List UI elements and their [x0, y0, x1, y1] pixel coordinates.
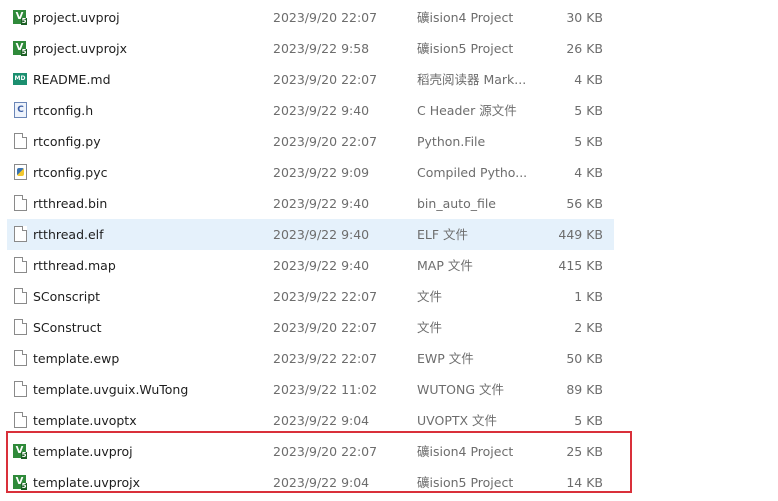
file-row[interactable]: rtthread.map 2023/9/22 9:40 MAP 文件 415 KB: [7, 250, 614, 281]
file-icon: [13, 226, 29, 242]
file-type: 礦ision5 Project: [417, 41, 514, 56]
file-size: 89 KB: [566, 382, 603, 397]
file-name: template.uvguix.WuTong: [33, 382, 189, 397]
file-name: rtconfig.py: [33, 134, 101, 149]
file-date: 2023/9/22 22:07: [273, 351, 378, 366]
file-date: 2023/9/22 9:40: [273, 196, 370, 211]
file-date: 2023/9/22 9:40: [273, 103, 370, 118]
file-name: SConscript: [33, 289, 101, 304]
file-date: 2023/9/22 9:09: [273, 165, 370, 180]
file-type: WUTONG 文件: [417, 382, 504, 397]
file-row[interactable]: Vproject.uvproj 2023/9/20 22:07 礦ision4 Pr…: [7, 2, 614, 33]
file-name: README.md: [33, 72, 111, 87]
file-row[interactable]: MD README.md 2023/9/20 22:07 稻壳阅读器 Mark... 4…: [7, 64, 614, 95]
file-icon: [13, 195, 29, 211]
file-type: C Header 源文件: [417, 103, 517, 118]
file-name: rtconfig.h: [33, 103, 94, 118]
file-icon: [13, 257, 29, 273]
file-date: 2023/9/22 9:58: [273, 41, 370, 56]
file-type: ELF 文件: [417, 227, 469, 242]
file-name: rtconfig.pyc: [33, 165, 108, 180]
file-type: bin_auto_file: [417, 196, 496, 211]
file-name: project.uvprojx: [33, 41, 127, 56]
file-type: EWP 文件: [417, 351, 474, 366]
file-name: SConstruct: [33, 320, 102, 335]
file-row[interactable]: rtthread.bin 2023/9/22 9:40 bin_auto_file 5…: [7, 188, 614, 219]
file-icon: [13, 381, 29, 397]
python-icon: [13, 164, 29, 180]
file-size: 449 KB: [558, 227, 603, 242]
file-row[interactable]: Vproject.uvprojx 2023/9/22 9:58 礦ision5 Pr…: [7, 33, 614, 64]
file-icon: [13, 133, 29, 149]
file-row[interactable]: SConstruct 2023/9/20 22:07 文件 2 KB: [7, 312, 614, 343]
file-name: rtthread.map: [33, 258, 116, 273]
file-row[interactable]: rtthread.elf 2023/9/22 9:40 ELF 文件 449 KB: [7, 219, 614, 250]
file-name: rtthread.elf: [33, 227, 104, 242]
file-size: 56 KB: [566, 196, 603, 211]
markdown-icon: MD: [13, 71, 29, 87]
highlight-box: [6, 431, 632, 493]
file-name: project.uvproj: [33, 10, 120, 25]
file-row[interactable]: SConscript 2023/9/22 22:07 文件 1 KB: [7, 281, 614, 312]
file-icon: [13, 412, 29, 428]
file-type: 文件: [417, 289, 443, 304]
file-row[interactable]: rtconfig.pyc 2023/9/22 9:09 Compiled Pytho…: [7, 157, 614, 188]
file-type: 文件: [417, 320, 443, 335]
file-name: rtthread.bin: [33, 196, 108, 211]
file-size: 415 KB: [558, 258, 603, 273]
file-size: 26 KB: [566, 41, 603, 56]
file-size: 4 KB: [574, 165, 603, 180]
file-type: Python.File: [417, 134, 486, 149]
file-date: 2023/9/22 9:40: [273, 258, 370, 273]
file-size: 5 KB: [574, 103, 603, 118]
file-row[interactable]: template.ewp 2023/9/22 22:07 EWP 文件 50 KB: [7, 343, 614, 374]
file-row[interactable]: rtconfig.py 2023/9/20 22:07 Python.File 5 K…: [7, 126, 614, 157]
file-name: template.ewp: [33, 351, 120, 366]
keil-icon: V: [13, 9, 29, 25]
keil-icon: V: [13, 40, 29, 56]
file-size: 2 KB: [574, 320, 603, 335]
file-date: 2023/9/20 22:07: [273, 72, 378, 87]
file-icon: [13, 288, 29, 304]
file-date: 2023/9/22 9:40: [273, 227, 370, 242]
file-type: Compiled Pytho...: [417, 165, 527, 180]
file-size: 50 KB: [566, 351, 603, 366]
file-icon: [13, 319, 29, 335]
file-date: 2023/9/20 22:07: [273, 134, 378, 149]
file-size: 1 KB: [574, 289, 603, 304]
file-size: 4 KB: [574, 72, 603, 87]
file-size: 5 KB: [574, 134, 603, 149]
file-type: 稻壳阅读器 Mark...: [417, 72, 527, 87]
file-icon: [13, 350, 29, 366]
file-date: 2023/9/22 22:07: [273, 289, 378, 304]
file-list: Vproject.uvproj 2023/9/20 22:07 礦ision4 Pr…: [0, 2, 778, 498]
file-date: 2023/9/20 22:07: [273, 320, 378, 335]
file-date: 2023/9/22 11:02: [273, 382, 378, 397]
c-header-icon: C: [13, 102, 29, 118]
file-type: MAP 文件: [417, 258, 473, 273]
file-size: 30 KB: [566, 10, 603, 25]
file-row[interactable]: template.uvguix.WuTong 2023/9/22 11:02 WUT…: [7, 374, 614, 405]
file-date: 2023/9/20 22:07: [273, 10, 378, 25]
file-type: 礦ision4 Project: [417, 10, 514, 25]
file-row[interactable]: Crtconfig.h 2023/9/22 9:40 C Header 源文件 5 K…: [7, 95, 614, 126]
